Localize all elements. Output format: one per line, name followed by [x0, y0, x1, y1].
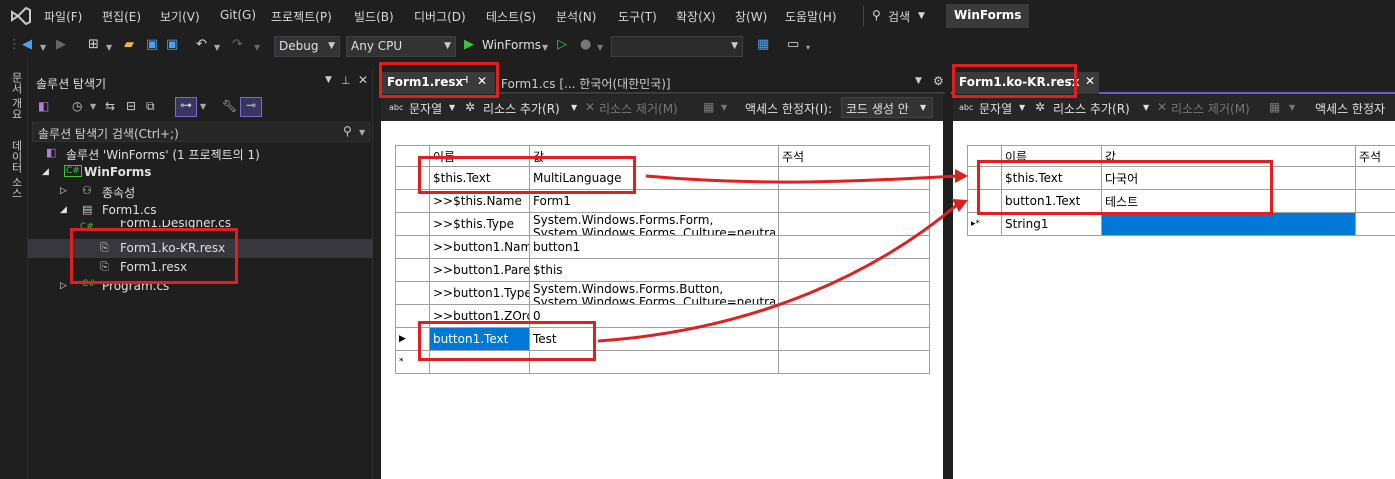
annotation-arrow-this-text — [645, 174, 959, 184]
annotation-arrows — [597, 169, 968, 343]
annotation-arrow-button1-text — [597, 202, 959, 343]
annotation-arrowhead — [955, 169, 968, 183]
